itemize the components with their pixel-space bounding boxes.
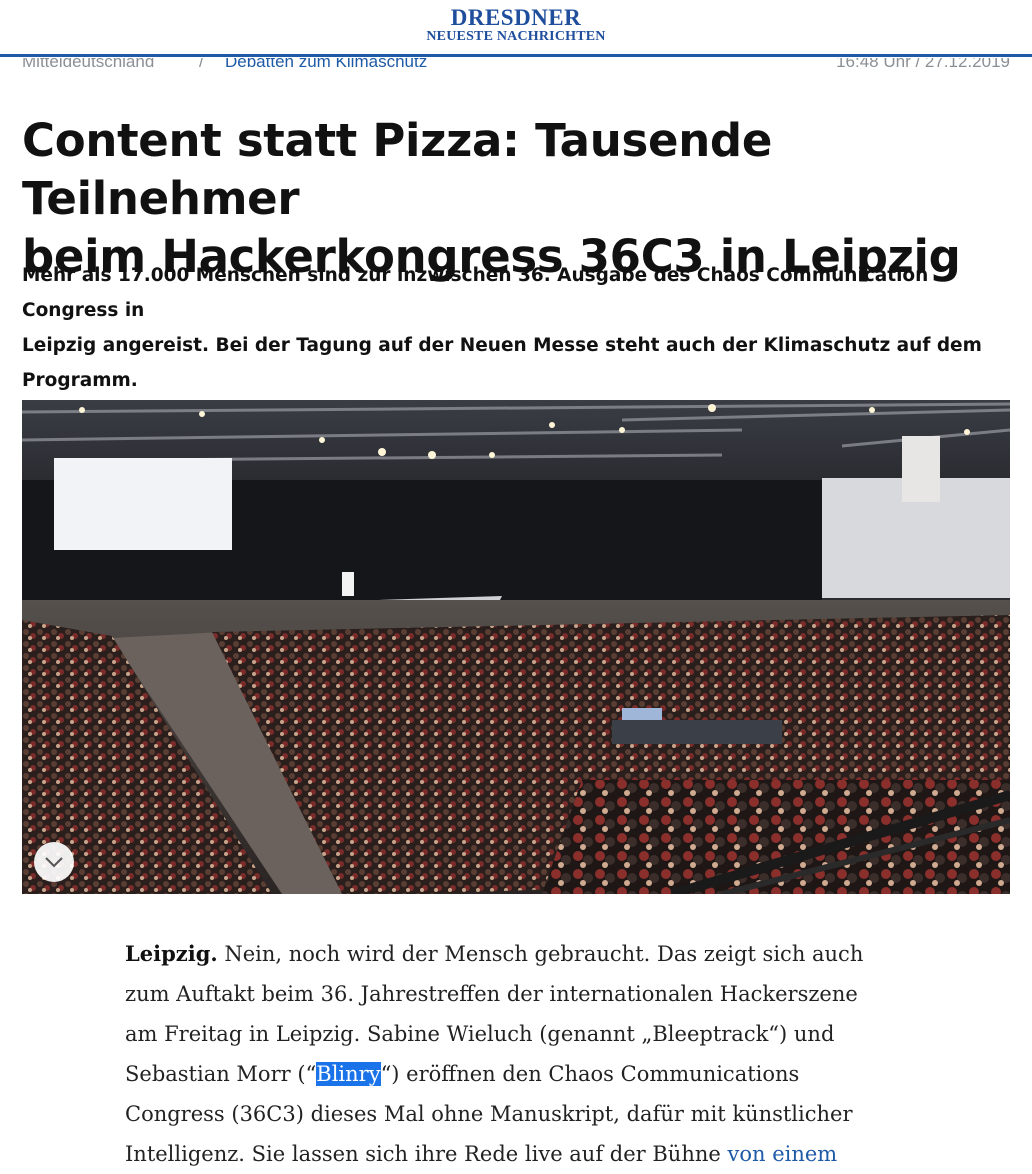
site-header: DRESDNER NEUESTE NACHRICHTEN [0,0,1032,58]
body-line-4: Sebastian Morr (“Blinry“) eröffnen den C… [125,1054,885,1094]
article-teaser: Mehr als 17.000 Menschen sind zur inzwis… [22,258,1012,398]
congress-hall-photo [22,400,1010,894]
body-line-2: zum Auftakt beim 36. Jahrestreffen der i… [125,982,858,1006]
body-line-4-pre: Sebastian Morr (“ [125,1062,317,1086]
inline-article-link[interactable]: von einem [727,1142,837,1166]
image-expand-button[interactable] [34,842,74,882]
teaser-line-1: Mehr als 17.000 Menschen sind zur inzwis… [22,265,929,321]
logo-line-1: DRESDNER [450,5,582,30]
article-body: Leipzig. Nein, noch wird der Mensch gebr… [125,934,885,1174]
body-line-1-text: Nein, noch wird der Mensch gebraucht. Da… [217,942,864,966]
article-hero-image[interactable] [22,400,1010,894]
chevron-down-icon [45,857,63,868]
body-line-4-post: “) eröffnen den Chaos Communications [380,1062,800,1086]
body-line-1: Leipzig. Nein, noch wird der Mensch gebr… [125,934,885,974]
body-line-6-text: Intelligenz. Sie lassen sich ihre Rede l… [125,1142,728,1166]
headline-line-1: Content statt Pizza: Tausende Teilnehmer [22,114,773,225]
body-line-3: am Freitag in Leipzig. Sabine Wieluch (g… [125,1022,835,1046]
logo-line-2: NEUESTE NACHRICHTEN [426,29,606,44]
header-divider [0,54,1032,57]
body-line-5: Congress (36C3) dieses Mal ohne Manuskri… [125,1102,853,1126]
body-line-6: Intelligenz. Sie lassen sich ihre Rede l… [125,1134,885,1174]
teaser-line-2: Leipzig angereist. Bei der Tagung auf de… [22,335,982,356]
dateline: Leipzig. [125,941,218,966]
teaser-line-3: Programm. [22,370,138,391]
site-logo[interactable]: DRESDNER NEUESTE NACHRICHTEN [0,6,1032,44]
selected-text[interactable]: Blinry [316,1062,381,1086]
